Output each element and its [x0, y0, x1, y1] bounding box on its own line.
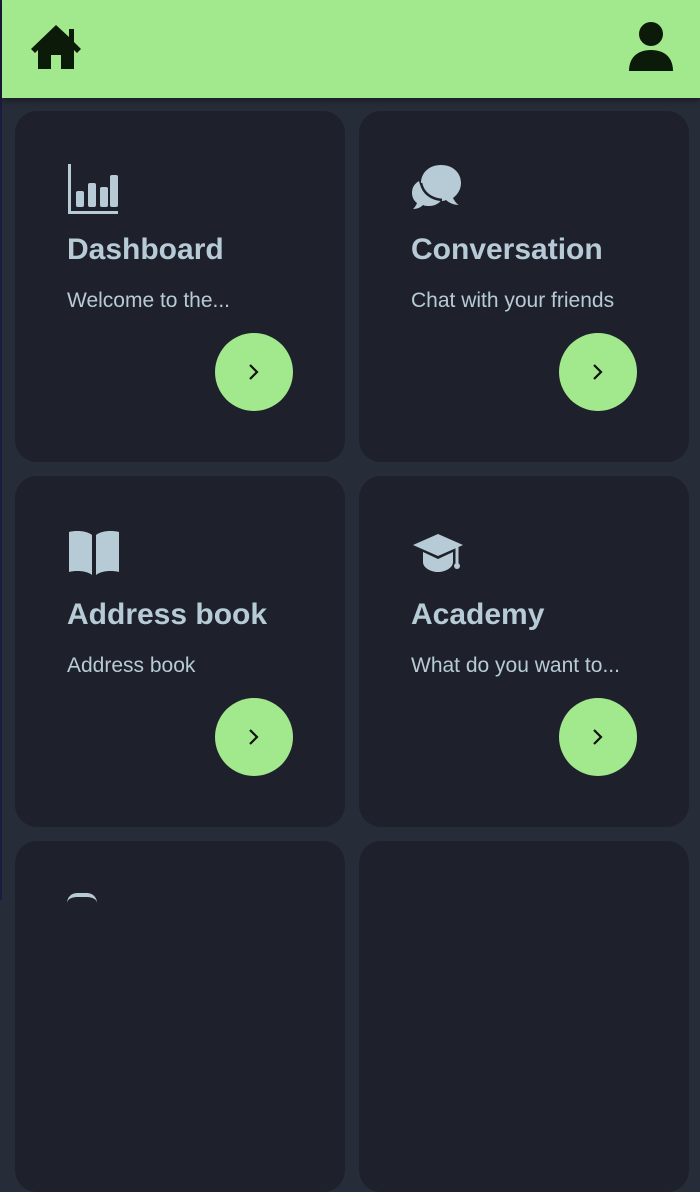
- card-conversation: Conversation Chat with your friends: [359, 111, 689, 462]
- card-partial: [15, 841, 345, 1192]
- card-dashboard: Dashboard Welcome to the...: [15, 111, 345, 462]
- card-description: Address book: [67, 654, 196, 677]
- profile-button[interactable]: [626, 21, 676, 73]
- graduation-cap-icon: [411, 528, 465, 582]
- chevron-right-icon: [249, 364, 259, 380]
- open-address-book-button[interactable]: [215, 698, 293, 776]
- top-app-bar: [2, 0, 700, 98]
- card-description: What do you want to...: [411, 654, 620, 677]
- open-dashboard-button[interactable]: [215, 333, 293, 411]
- home-button[interactable]: [29, 22, 83, 72]
- home-icon: [31, 25, 81, 69]
- chevron-right-icon: [249, 729, 259, 745]
- card-description: Welcome to the...: [67, 289, 231, 312]
- card-description: Chat with your friends: [411, 289, 615, 312]
- card-academy: Academy What do you want to...: [359, 476, 689, 827]
- user-icon: [629, 22, 673, 71]
- card-title: Conversation: [411, 233, 603, 266]
- card-title: Address book: [67, 598, 268, 631]
- open-conversation-button[interactable]: [559, 333, 637, 411]
- open-book-icon: [67, 528, 121, 582]
- card-title: Academy: [411, 598, 545, 631]
- chevron-right-icon: [593, 729, 603, 745]
- card-address-book: Address book Address book: [15, 476, 345, 827]
- card-title: Dashboard: [67, 233, 224, 266]
- card-partial: [359, 841, 689, 1192]
- bar-chart-icon: [67, 163, 121, 217]
- open-academy-button[interactable]: [559, 698, 637, 776]
- chat-bubbles-icon: [411, 163, 465, 217]
- partial-icon: [67, 893, 97, 907]
- chevron-right-icon: [593, 364, 603, 380]
- window-edge: [0, 0, 2, 900]
